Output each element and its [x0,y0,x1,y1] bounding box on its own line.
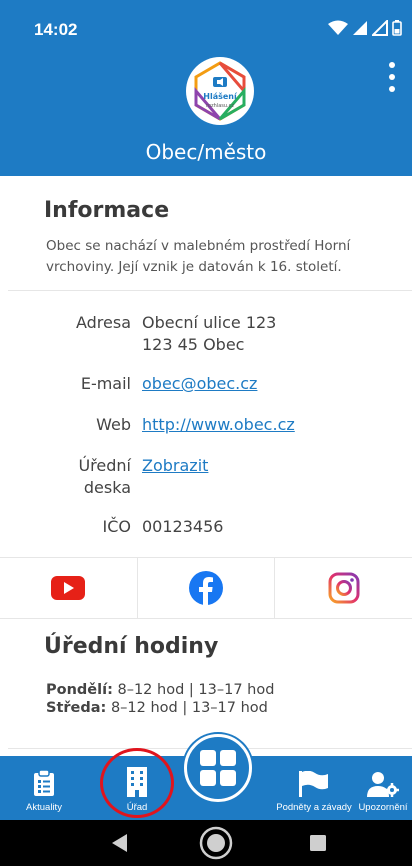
email-label: E-mail [80,374,131,393]
app-header: Hlášení rozhlasu.cz Obec/město [0,52,412,176]
user-settings-icon [367,772,399,797]
status-time: 14:02 [34,20,78,39]
page-title: Obec/město [145,140,267,164]
instagram-button[interactable] [275,558,412,618]
youtube-icon [51,576,86,600]
more-options-icon[interactable] [386,62,398,92]
hours-line-monday: Pondělí: 8–12 hod | 13–17 hod [46,682,274,699]
grid-icon [200,750,236,786]
hours-day: Středa: [46,700,107,716]
status-icons [328,20,402,36]
hours-title: Úřední hodiny [44,634,219,659]
back-button[interactable] [100,820,140,866]
battery-icon [392,20,402,36]
signal-icon [353,21,367,35]
info-description: Obec se nachází v malebném prostředí Hor… [46,238,351,275]
address-line-1: Obecní ulice 123 [142,313,277,332]
email-link[interactable]: obec@obec.cz [142,373,257,395]
svg-text:rozhlasu.cz: rozhlasu.cz [206,103,234,109]
nav-item-podnety[interactable]: Podněty a závady [272,756,356,820]
system-nav-bar [0,820,412,866]
instagram-icon [328,572,360,604]
notice-board-label-2: deska [83,478,131,497]
nav-item-urad[interactable]: Úřad [110,756,164,820]
notice-board-link[interactable]: Zobrazit [142,455,208,477]
flag-icon [299,771,328,797]
web-label: Web [96,415,131,434]
nav-label: Podněty a závady [276,802,352,813]
hours-line-wednesday: Středa: 8–12 hod | 13–17 hod [46,700,268,717]
clipboard-icon [34,769,54,796]
hours-time: 8–12 hod | 13–17 hod [110,700,268,716]
app-logo: Hlášení rozhlasu.cz [186,57,254,125]
hours-time: 8–12 hod | 13–17 hod [117,682,275,698]
recents-button[interactable] [298,820,338,866]
notice-board-label-1: Úřední [78,456,131,475]
social-links [0,557,412,619]
youtube-button[interactable] [0,558,138,618]
hours-day: Pondělí: [46,682,113,698]
facebook-button[interactable] [138,558,276,618]
signal-roaming-icon [372,20,388,36]
nav-label: Aktuality [26,802,62,813]
recents-icon [310,835,326,851]
nav-label: Upozornění [358,802,408,813]
info-title: Informace [44,198,170,223]
facebook-icon [189,571,223,606]
building-icon [127,767,147,797]
home-button[interactable] [196,820,236,866]
svg-text:Hlášení: Hlášení [203,91,238,101]
address-label: Adresa [75,313,131,332]
nav-item-upozorneni[interactable]: Upozornění [354,756,412,820]
ico-value: 00123456 [142,517,224,536]
status-bar: 14:02 [0,0,412,52]
divider [8,290,412,291]
nav-item-aktuality[interactable]: Aktuality [16,756,72,820]
ico-label: IČO [102,517,131,536]
content-area[interactable]: Informace Obec se nachází v malebném pro… [0,176,412,756]
address-line-2: 123 45 Obec [142,335,245,354]
web-link[interactable]: http://www.obec.cz [142,414,295,436]
nav-label: Úřad [126,802,148,813]
wifi-icon [328,20,348,35]
back-icon [112,834,127,852]
home-icon [199,826,233,860]
grid-menu-button[interactable] [184,734,252,802]
